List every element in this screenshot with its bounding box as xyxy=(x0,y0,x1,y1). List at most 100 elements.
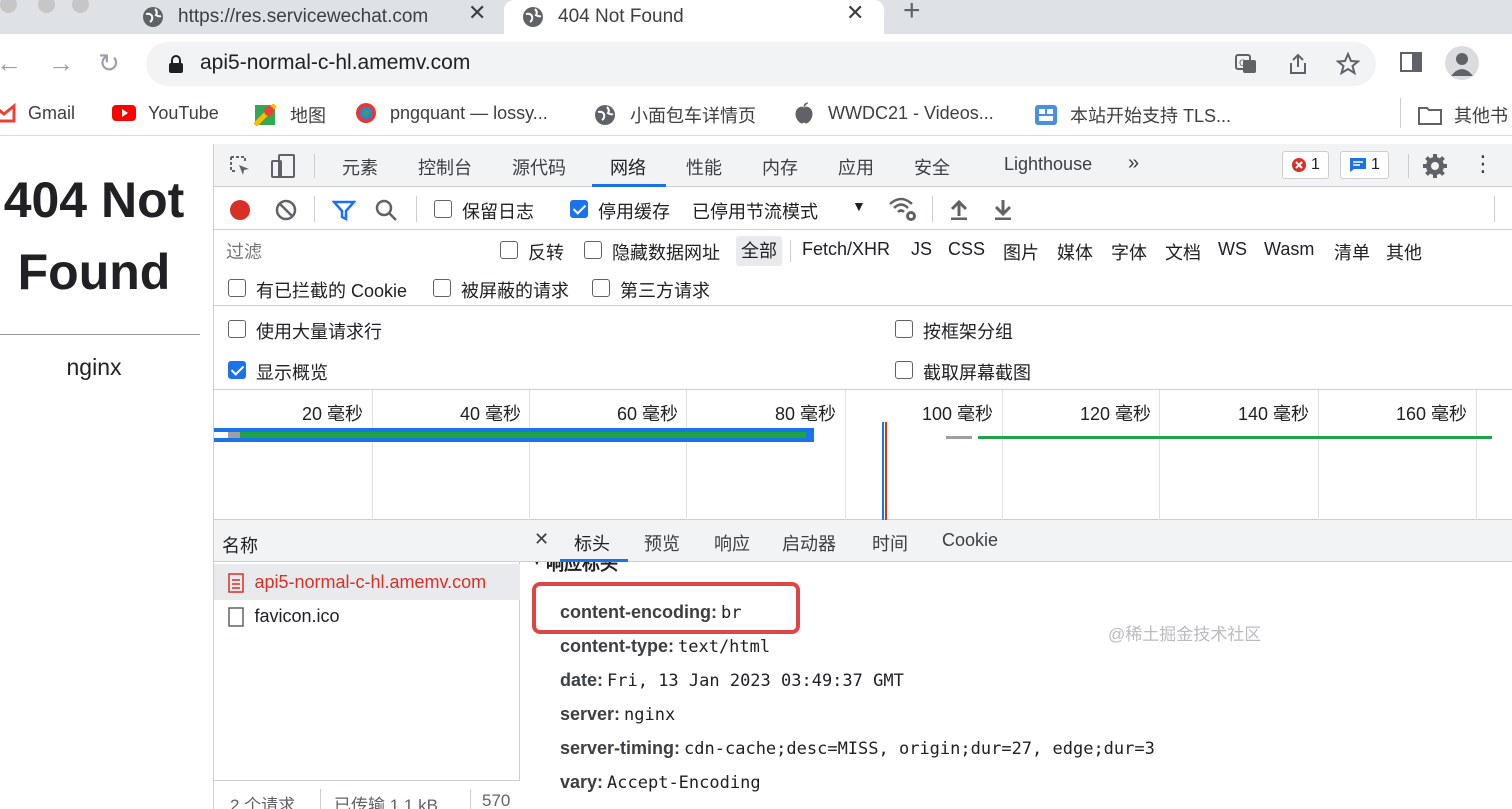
filter-icon[interactable] xyxy=(332,198,356,222)
type-filter-manifest[interactable]: 清单 xyxy=(1334,239,1370,265)
tab-timing[interactable]: 时间 xyxy=(872,530,908,556)
hide-data-urls-checkbox[interactable] xyxy=(584,241,602,259)
message-badge[interactable]: 1 xyxy=(1340,151,1389,179)
reload-button[interactable]: ↻ xyxy=(98,48,120,78)
network-conditions-icon[interactable] xyxy=(888,196,918,222)
type-filter-img[interactable]: 图片 xyxy=(1003,239,1039,265)
blocked-cookies-checkbox[interactable] xyxy=(228,279,246,297)
type-filter-js[interactable]: JS xyxy=(911,239,932,260)
error-badge[interactable]: 1 xyxy=(1282,151,1329,179)
blocked-cookies-label: 有已拦截的 Cookie xyxy=(256,281,408,301)
close-tab-icon[interactable]: ✕ xyxy=(468,0,486,26)
tab-response[interactable]: 响应 xyxy=(714,530,750,556)
type-filter-other[interactable]: 其他 xyxy=(1386,239,1422,265)
type-filter-font[interactable]: 字体 xyxy=(1111,239,1147,265)
menu-icon[interactable]: ⋮ xyxy=(1502,48,1512,78)
tab-servicewechat[interactable]: https://res.servicewechat.com ✕ xyxy=(122,0,504,34)
throttling-select[interactable]: 已停用节流模式 xyxy=(692,198,818,224)
close-icon[interactable]: ✕ xyxy=(534,529,549,550)
grid-line xyxy=(1318,390,1319,520)
tab-sources[interactable]: 源代码 xyxy=(512,154,566,180)
type-filter-xhr[interactable]: Fetch/XHR xyxy=(802,239,890,260)
show-overview-checkbox[interactable] xyxy=(228,361,246,379)
record-icon[interactable] xyxy=(228,198,252,222)
tab-headers[interactable]: 标头 xyxy=(574,530,610,556)
type-filter-media[interactable]: 媒体 xyxy=(1057,239,1093,265)
tab-memory[interactable]: 内存 xyxy=(762,154,798,180)
new-tab-button[interactable]: + xyxy=(903,0,921,28)
import-har-icon[interactable] xyxy=(948,198,970,220)
address-bar[interactable]: api5-normal-c-hl.amemv.com G xyxy=(146,42,1376,86)
back-button[interactable]: ← xyxy=(0,48,22,78)
export-har-icon[interactable] xyxy=(992,198,1014,220)
type-filter-all[interactable]: 全部 xyxy=(736,236,782,266)
request-row[interactable]: api5-normal-c-hl.amemv.com xyxy=(228,572,486,593)
bookmark-gmail[interactable]: Gmail xyxy=(0,102,75,124)
bookmark-maps[interactable]: 地图 xyxy=(254,102,326,128)
bookmark-star-icon[interactable] xyxy=(1336,52,1360,76)
disable-cache-checkbox[interactable] xyxy=(570,200,588,218)
chevron-down-icon[interactable]: ▼ xyxy=(852,198,866,214)
divider xyxy=(0,334,200,335)
type-filter-doc[interactable]: 文档 xyxy=(1165,239,1201,265)
tab-cookies[interactable]: Cookie xyxy=(942,530,998,551)
tab-application[interactable]: 应用 xyxy=(838,154,874,180)
tab-initiator[interactable]: 启动器 xyxy=(782,530,836,556)
tab-elements[interactable]: 元素 xyxy=(342,154,378,180)
url-text[interactable]: api5-normal-c-hl.amemv.com xyxy=(200,51,470,75)
window-close-dot[interactable] xyxy=(0,0,17,13)
section-header[interactable]: ▼ 响应标头 xyxy=(530,562,830,572)
tab-network[interactable]: 网络 xyxy=(610,154,646,180)
share-icon[interactable] xyxy=(1286,52,1310,76)
large-rows-checkbox[interactable] xyxy=(228,320,246,338)
tab-performance[interactable]: 性能 xyxy=(686,154,722,180)
bookmark-tls[interactable]: 本站开始支持 TLS... xyxy=(1034,102,1231,128)
bookmark-other[interactable]: 其他书 xyxy=(1418,102,1508,128)
clear-icon[interactable] xyxy=(274,198,298,222)
group-by-frame-checkbox[interactable] xyxy=(895,320,913,338)
tab-404[interactable]: 404 Not Found ✕ xyxy=(504,0,884,34)
network-settings: 使用大量请求行 按框架分组 显示概览 截取屏幕截图 xyxy=(214,306,1512,390)
side-panel-icon[interactable] xyxy=(1400,52,1422,72)
window-minimize-dot[interactable] xyxy=(38,0,55,13)
filter-input[interactable] xyxy=(220,238,480,266)
bookmark-youtube[interactable]: YouTube xyxy=(112,102,219,124)
tab-console[interactable]: 控制台 xyxy=(418,154,472,180)
window-zoom-dot[interactable] xyxy=(72,0,89,13)
type-filter-wasm[interactable]: Wasm xyxy=(1264,239,1314,260)
request-row[interactable]: favicon.ico xyxy=(228,606,340,627)
invert-label: 反转 xyxy=(528,243,564,263)
tab-preview[interactable]: 预览 xyxy=(644,530,680,556)
separator xyxy=(320,789,321,809)
translate-icon[interactable]: G xyxy=(1234,52,1258,76)
third-party-checkbox[interactable] xyxy=(592,279,610,297)
load-event-line xyxy=(885,422,887,520)
type-filter-ws[interactable]: WS xyxy=(1218,239,1247,260)
globe-icon xyxy=(523,7,543,27)
gear-icon[interactable] xyxy=(1422,153,1448,179)
preserve-log-checkbox[interactable] xyxy=(434,200,452,218)
profile-avatar[interactable] xyxy=(1445,46,1479,80)
close-tab-icon[interactable]: ✕ xyxy=(846,0,864,26)
header-row: vary: Accept-Encoding xyxy=(560,772,761,793)
invert-checkbox[interactable] xyxy=(500,241,518,259)
blocked-requests-checkbox[interactable] xyxy=(433,279,451,297)
error-icon xyxy=(1292,158,1306,172)
lock-icon[interactable] xyxy=(168,54,184,74)
bookmark-pngquant[interactable]: pngquant — lossy... xyxy=(354,102,548,124)
header-row: date: Fri, 13 Jan 2023 03:49:37 GMT xyxy=(560,670,904,691)
bookmark-minibus[interactable]: 小面包车详情页 xyxy=(594,102,756,128)
network-overview[interactable]: 20 毫秒 40 毫秒 60 毫秒 80 毫秒 100 毫秒 120 毫秒 14… xyxy=(214,390,1512,520)
capture-screenshots-checkbox[interactable] xyxy=(895,361,913,379)
inspect-element-icon[interactable] xyxy=(228,154,252,178)
more-tabs-icon[interactable]: » xyxy=(1128,152,1139,175)
name-column-header[interactable]: 名称 xyxy=(214,520,520,562)
bookmark-wwdc[interactable]: WWDC21 - Videos... xyxy=(792,102,994,124)
device-toolbar-icon[interactable] xyxy=(270,153,296,179)
tab-lighthouse[interactable]: Lighthouse xyxy=(1004,154,1092,175)
search-icon[interactable] xyxy=(374,198,398,222)
forward-button[interactable]: → xyxy=(48,48,74,78)
more-options-icon[interactable]: ⋮ xyxy=(1472,151,1494,177)
type-filter-css[interactable]: CSS xyxy=(948,239,985,260)
tab-security[interactable]: 安全 xyxy=(914,154,950,180)
